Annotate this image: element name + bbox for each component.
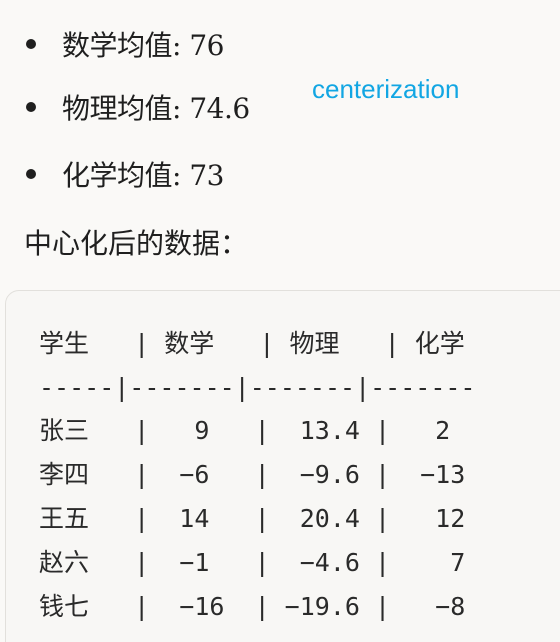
code-block[interactable]: 学生 | 数学 | 物理 | 化学 -----|-------|-------|… [5, 290, 560, 642]
table-separator: -----|-------|-------|------- [39, 373, 476, 402]
list-item-math-mean: 数学均值: 76 [26, 24, 224, 64]
table-row: 李四 | −6 | −9.6 | −13 [39, 460, 466, 489]
list-item-chemistry-mean: 化学均值: 73 [26, 154, 224, 194]
centerization-annotation: centerization [312, 74, 460, 104]
table-header: 学生 | 数学 | 物理 | 化学 [39, 329, 465, 358]
table-row: 张三 | 9 | 13.4 | 2 [39, 416, 451, 445]
section-heading: 中心化后的数据： [24, 227, 249, 260]
table-row: 钱七 | −16 | −19.6 | −8 [39, 592, 466, 621]
list-item-physics-mean: 物理均值: 74.6 [26, 87, 250, 127]
bullet-icon [26, 169, 36, 179]
table-row: 赵六 | −1 | −4.6 | 7 [39, 548, 466, 577]
bullet-icon [26, 102, 36, 112]
table-row: 王五 | 14 | 20.4 | 12 [39, 504, 466, 533]
bullet-icon [26, 39, 36, 49]
physics-mean-text: 物理均值: 74.6 [62, 92, 250, 125]
math-mean-text: 数学均值: 76 [62, 29, 224, 62]
chemistry-mean-text: 化学均值: 73 [62, 159, 224, 192]
